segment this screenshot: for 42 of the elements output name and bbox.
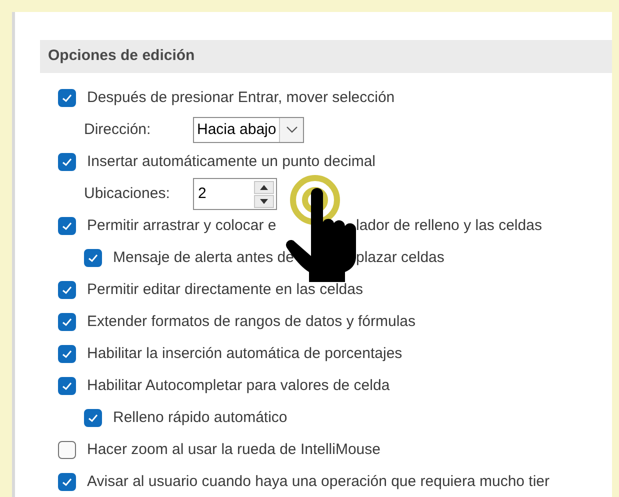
field-label: Ubicaciones: (84, 184, 171, 204)
checkmark-icon (61, 284, 73, 296)
checkmark-icon (61, 92, 73, 104)
option-label: Extender formatos de rangos de datos y fórmulas (87, 312, 416, 332)
option-label: plazar celdas (356, 248, 444, 268)
option-label: Relleno rápido automático (113, 408, 288, 428)
checkbox[interactable] (58, 441, 76, 459)
checkbox[interactable] (58, 217, 76, 235)
option-label: Insertar automáticamente un punto decimal (87, 152, 376, 172)
option-label: Habilitar la inserción automática de porcentajes (87, 344, 402, 364)
section-header: Opciones de edición (40, 40, 612, 73)
down-arrow-icon (260, 198, 268, 204)
checkmark-icon (61, 380, 73, 392)
number-spinner[interactable]: 2 (193, 178, 277, 210)
checkmark-icon (87, 252, 99, 264)
checkbox[interactable] (58, 281, 76, 299)
checkmark-icon (61, 220, 73, 232)
up-arrow-icon (260, 184, 268, 190)
option-label: Hacer zoom al usar la rueda de IntelliMouse (87, 440, 380, 460)
checkmark-icon (87, 412, 99, 424)
checkmark-icon (61, 348, 73, 360)
checkbox[interactable] (84, 249, 102, 267)
checkbox[interactable] (58, 473, 76, 491)
option-label: Mensaje de alerta antes de (113, 248, 295, 268)
checkbox[interactable] (84, 409, 102, 427)
option-label: Avisar al usuario cuando haya una operación que requiera mucho tier (87, 472, 550, 492)
checkmark-icon (61, 156, 73, 168)
option-label: Habilitar Autocompletar para valores de celda (87, 376, 390, 396)
checkmark-icon (61, 476, 73, 488)
checkbox[interactable] (58, 89, 76, 107)
option-label: lador de relleno y las celdas (356, 216, 542, 236)
field-label: Dirección: (84, 120, 152, 140)
chevron-down-icon (286, 126, 298, 134)
checkbox[interactable] (58, 377, 76, 395)
checkbox[interactable] (58, 313, 76, 331)
direction-dropdown[interactable]: Hacia abajo (193, 117, 304, 143)
option-label: Permitir arrastrar y colocar e (87, 216, 278, 236)
checkmark-icon (61, 316, 73, 328)
checkbox[interactable] (58, 345, 76, 363)
checkbox[interactable] (58, 153, 76, 171)
option-label: Después de presionar Entrar, mover selección (87, 88, 395, 108)
option-label: Permitir editar directamente en las celdas (87, 280, 363, 300)
